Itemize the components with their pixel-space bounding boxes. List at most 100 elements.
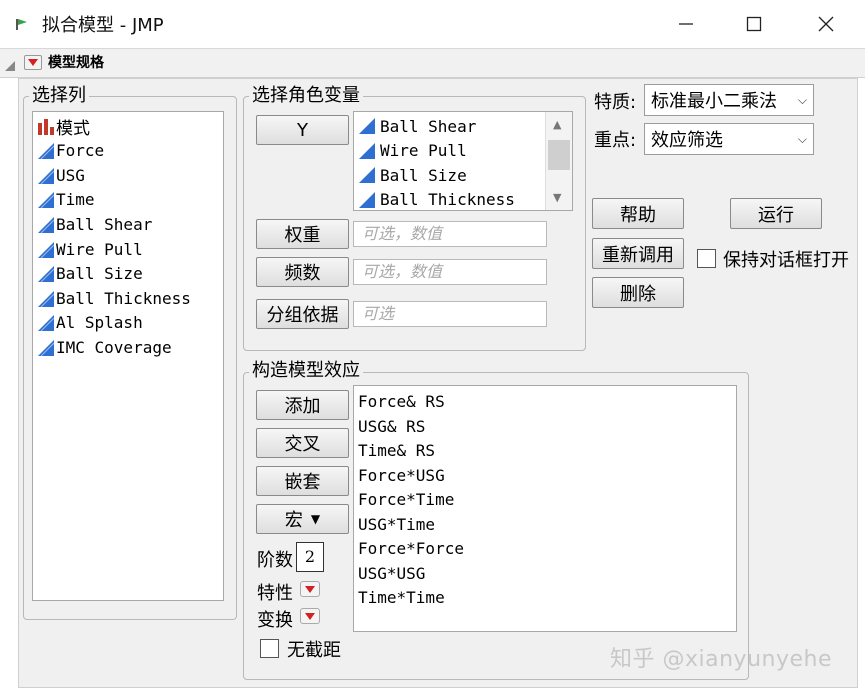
y-list-item[interactable]: Wire Pull [358, 140, 467, 162]
column-list-item[interactable]: Force [37, 139, 104, 163]
effects-legend: 构造模型效应 [249, 361, 363, 381]
scroll-down-icon[interactable]: ▼ [553, 191, 561, 204]
emphasis-value: 效应筛选 [651, 130, 723, 151]
continuous-icon [38, 339, 54, 356]
column-list-item-label: Ball Shear [56, 214, 153, 234]
minimize-button[interactable] [656, 4, 716, 44]
effect-list-item[interactable]: Time*Time [358, 587, 445, 609]
personality-value: 标准最小二乘法 [651, 91, 777, 112]
column-list-item[interactable]: IMC Coverage [37, 335, 172, 359]
column-list-item-label: Force [56, 141, 105, 161]
transform-label: 变换 [257, 610, 293, 631]
effect-list-item[interactable]: USG*USG [358, 563, 425, 585]
by-role-button[interactable]: 分组依据 [256, 299, 349, 329]
disclosure-triangle-icon[interactable] [4, 57, 16, 77]
y-list-item[interactable]: Ball Thickness [358, 189, 515, 211]
column-list-item[interactable]: Wire Pull [37, 237, 143, 261]
close-button[interactable] [796, 4, 856, 44]
y-list-item-label: Ball Shear [380, 116, 477, 136]
effect-list-item[interactable]: USG& RS [358, 416, 425, 438]
effect-list-item[interactable]: Time& RS [358, 440, 435, 462]
column-list-item-label: IMC Coverage [56, 337, 172, 357]
emphasis-select[interactable]: 效应筛选 ⌵ [644, 123, 814, 155]
column-list-item-label: Time [56, 190, 95, 210]
outline-title: 模型规格 [48, 55, 104, 71]
y-role-button[interactable]: Y [256, 115, 349, 145]
continuous-icon [38, 315, 54, 332]
personality-select[interactable]: 标准最小二乘法 ⌵ [644, 84, 814, 116]
continuous-icon [359, 142, 375, 159]
column-list-item[interactable]: Ball Size [37, 262, 143, 286]
recall-button[interactable]: 重新调用 [592, 238, 684, 269]
effect-list-item[interactable]: Force*Time [358, 489, 454, 511]
attributes-menu-icon[interactable] [300, 581, 320, 597]
remove-button[interactable]: 删除 [592, 277, 684, 308]
select-columns-legend: 选择列 [29, 86, 89, 106]
watermark-text: 知乎 @xianyunyehe [610, 647, 832, 672]
y-role-list[interactable]: Ball Shear Wire Pull Ball Size Ball Thickne… [353, 111, 573, 211]
y-list-scrollbar[interactable]: ▲ ▼ [545, 112, 572, 210]
weight-role-button[interactable]: 权重 [256, 219, 349, 249]
scroll-thumb[interactable] [548, 140, 570, 170]
y-list-item-label: Ball Thickness [380, 190, 515, 209]
y-list-item-label: Ball Size [380, 165, 467, 185]
column-list-item[interactable]: 模式 [37, 114, 90, 139]
column-list-item[interactable]: USG [37, 163, 85, 187]
column-list-item-label: 模式 [56, 118, 90, 139]
title-bar: 拟合模型 - JMP [0, 0, 865, 48]
emphasis-label: 重点: [594, 130, 637, 151]
column-list[interactable]: 模式 Force USG Time Ball Shear Wire Pull Ball Si… [32, 111, 224, 601]
column-list-item[interactable]: Al Splash [37, 311, 143, 335]
roles-legend: 选择角色变量 [249, 86, 363, 106]
run-button[interactable]: 运行 [730, 198, 822, 229]
continuous-icon [359, 118, 375, 134]
window-title: 拟合模型 - JMP [42, 15, 164, 36]
chevron-down-icon: ⌵ [797, 132, 807, 146]
column-list-item[interactable]: Ball Thickness [37, 286, 191, 310]
y-list-item-label: Wire Pull [380, 141, 467, 160]
no-intercept-checkbox[interactable] [260, 639, 279, 658]
column-list-item-label: Ball Size [56, 264, 143, 284]
maximize-button[interactable] [724, 4, 784, 44]
column-list-item[interactable]: Time [37, 188, 95, 212]
effect-list-item[interactable]: Force*USG [358, 465, 445, 487]
minimize-icon [679, 23, 693, 25]
help-button[interactable]: 帮助 [592, 198, 684, 229]
close-icon [818, 16, 834, 32]
keep-dialog-checkbox[interactable] [697, 249, 716, 268]
scroll-up-icon[interactable]: ▲ [553, 118, 561, 131]
effects-list[interactable]: Force& RS USG& RS Time& RS Force*USG Force*T… [353, 385, 737, 632]
continuous-icon [38, 266, 54, 283]
transform-menu-icon[interactable] [300, 608, 320, 624]
effect-list-item[interactable]: Force*Force [358, 538, 464, 560]
macros-button[interactable]: 宏 ▼ [256, 504, 349, 534]
effect-list-item[interactable]: Force& RS [358, 391, 445, 413]
y-list-item[interactable]: Ball Size [358, 164, 467, 186]
continuous-icon [38, 192, 54, 209]
no-intercept-label: 无截距 [287, 640, 341, 661]
continuous-icon [359, 167, 375, 183]
degree-label: 阶数 [257, 550, 293, 571]
nest-button[interactable]: 嵌套 [256, 466, 349, 496]
add-button[interactable]: 添加 [256, 390, 349, 420]
maximize-icon [746, 16, 762, 32]
column-list-item[interactable]: Ball Shear [37, 212, 152, 236]
macros-label: 宏 [284, 510, 303, 531]
continuous-icon [38, 290, 54, 307]
continuous-icon [38, 241, 54, 258]
continuous-icon [359, 191, 375, 208]
degree-input[interactable]: 2 [296, 542, 324, 572]
freq-role-button[interactable]: 频数 [256, 257, 349, 287]
y-list-item[interactable]: Ball Shear [358, 115, 476, 137]
keep-dialog-label: 保持对话框打开 [723, 250, 849, 271]
column-list-item-label: USG [56, 165, 85, 185]
by-field[interactable]: 可选 [353, 301, 547, 327]
red-triangle-menu-icon[interactable] [24, 55, 42, 70]
weight-field[interactable]: 可选，数值 [353, 221, 547, 247]
continuous-icon [38, 167, 54, 184]
freq-field[interactable]: 可选，数值 [353, 259, 547, 285]
effect-list-item[interactable]: USG*Time [358, 514, 435, 536]
cross-button[interactable]: 交叉 [256, 428, 349, 458]
app-icon [14, 16, 30, 37]
personality-label: 特质: [594, 92, 637, 113]
